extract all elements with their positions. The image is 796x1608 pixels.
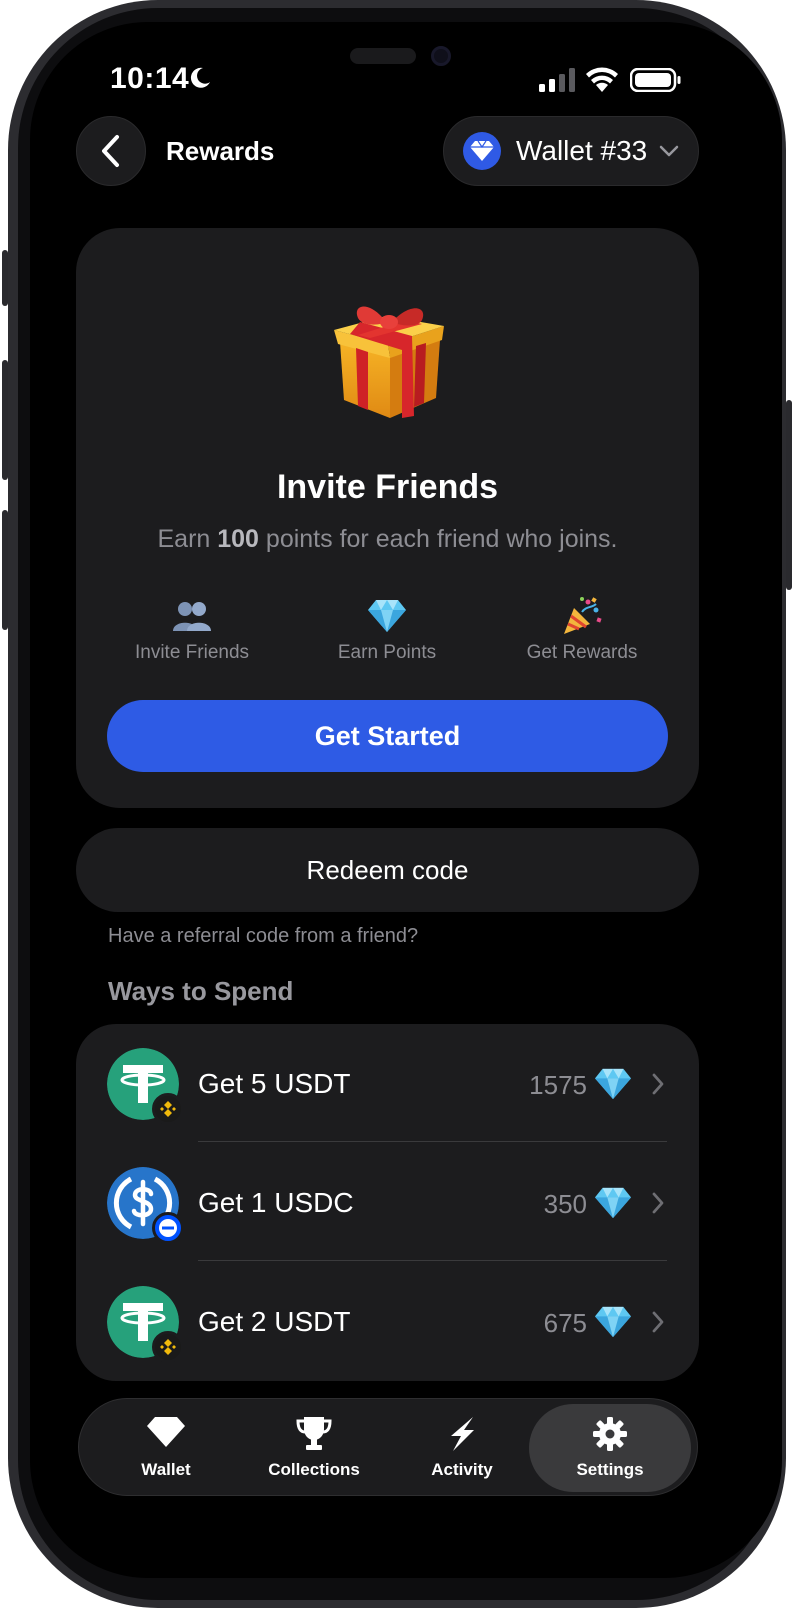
tab-collections[interactable]: Collections [239, 1399, 389, 1497]
wifi-icon [586, 67, 618, 92]
redeem-code-button[interactable]: Redeem code [76, 828, 699, 912]
spend-item-label: Get 2 USDT [198, 1306, 351, 1337]
bnb-chain-icon [152, 1331, 184, 1363]
tab-bar: Wallet Collections Activity Settings [78, 1398, 698, 1496]
page-title: Rewards [166, 136, 275, 166]
trophy-icon [296, 1417, 332, 1450]
gem-icon [595, 1068, 631, 1100]
divider [198, 1141, 667, 1142]
base-chain-icon [152, 1212, 184, 1244]
chevron-right-icon [652, 1192, 664, 1214]
spend-item-label: Get 1 USDC [198, 1187, 354, 1218]
tab-label: Collections [268, 1460, 360, 1479]
ways-to-spend-list: Get 5 USDT 1575 Get 1 USDC 350 Get 2 USD… [76, 1024, 699, 1381]
tab-wallet[interactable]: Wallet [91, 1399, 241, 1497]
step-invite-friends: Invite Friends [92, 596, 292, 664]
get-started-button[interactable]: Get Started [107, 700, 668, 772]
referral-hint: Have a referral code from a friend? [108, 925, 419, 947]
chevron-left-icon [102, 135, 119, 167]
party-popper-icon [564, 597, 602, 634]
volume-down-button [2, 510, 8, 630]
bnb-chain-icon [152, 1093, 184, 1125]
spend-item-label: Get 5 USDT [198, 1068, 351, 1099]
tab-label: Activity [431, 1460, 493, 1479]
subtitle-suffix: points for each friend who joins. [258, 525, 618, 553]
wallet-selector[interactable]: Wallet #33 [443, 116, 699, 186]
spend-item-cost: 675 [543, 1308, 587, 1338]
volume-up-button [2, 360, 8, 480]
list-item[interactable]: Get 1 USDC 350 [76, 1143, 699, 1261]
status-time: 10:14 [110, 62, 190, 95]
lightning-icon [451, 1417, 474, 1451]
signal-icon [539, 68, 575, 92]
step-label: Invite Friends [134, 642, 250, 663]
spend-item-cost: 350 [543, 1189, 587, 1219]
tab-label: Settings [576, 1460, 644, 1479]
tab-activity[interactable]: Activity [387, 1399, 537, 1497]
gem-icon [470, 141, 494, 161]
invite-friends-card: Invite Friends Earn 100 points for each … [76, 228, 699, 808]
tab-label: Wallet [141, 1460, 191, 1479]
speaker [350, 48, 416, 64]
wallet-avatar [463, 132, 501, 170]
divider [198, 1260, 667, 1261]
step-get-rewards: Get Rewards [482, 596, 682, 664]
subtitle-prefix: Earn [157, 525, 218, 553]
gift-icon [334, 306, 444, 418]
invite-title: Invite Friends [276, 468, 499, 506]
front-camera [431, 46, 451, 66]
gem-icon [147, 1417, 185, 1447]
gem-icon [368, 600, 406, 632]
invite-subtitle: Earn 100 points for each friend who join… [76, 525, 699, 554]
step-label: Get Rewards [526, 642, 638, 663]
list-item[interactable]: Get 5 USDT 1575 [76, 1024, 699, 1142]
gem-icon [595, 1306, 631, 1338]
back-button[interactable] [76, 116, 146, 186]
spend-item-cost: 1575 [529, 1070, 587, 1100]
battery-icon [630, 68, 681, 92]
gear-icon [593, 1417, 627, 1451]
tab-settings[interactable]: Settings [529, 1404, 691, 1492]
chevron-right-icon [652, 1311, 664, 1333]
people-icon [173, 602, 211, 631]
section-title: Ways to Spend [108, 976, 294, 1006]
chevron-down-icon [660, 145, 679, 157]
step-label: Earn Points [337, 642, 437, 663]
list-item[interactable]: Get 2 USDT 675 [76, 1262, 699, 1380]
gem-icon [595, 1187, 631, 1219]
action-button [2, 250, 8, 306]
chevron-right-icon [652, 1073, 664, 1095]
moon-icon [190, 67, 210, 88]
power-button [786, 400, 792, 590]
subtitle-points: 100 [217, 525, 259, 553]
wallet-label: Wallet #33 [516, 135, 648, 166]
step-earn-points: Earn Points [287, 596, 487, 664]
